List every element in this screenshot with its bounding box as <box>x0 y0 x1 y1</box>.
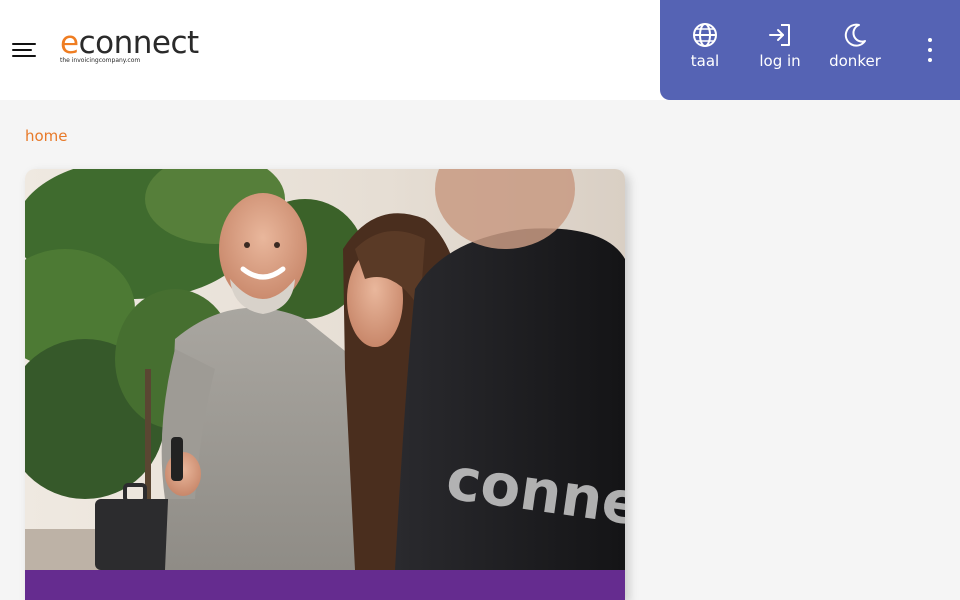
hero-photo: connect <box>25 169 625 570</box>
language-label: taal <box>690 52 720 70</box>
logo-e: e <box>60 25 79 61</box>
login-icon <box>769 24 790 46</box>
moon-icon <box>844 23 866 47</box>
kebab-dot <box>928 38 932 42</box>
login-button[interactable]: log in <box>745 22 815 78</box>
globe-icon <box>693 23 717 47</box>
logo-rest: connect <box>78 25 200 61</box>
more-options-icon[interactable] <box>920 34 940 66</box>
hero-card: connect <box>25 169 625 600</box>
econnect-logo[interactable]: econnect the invoicingcompany.com <box>60 24 220 74</box>
hamburger-line <box>12 43 36 45</box>
login-label: log in <box>759 52 801 70</box>
logo-tagline: the invoicingcompany.com <box>60 57 141 64</box>
dark-mode-label: donker <box>829 52 881 70</box>
hero-purple-band <box>25 570 625 600</box>
menu-hamburger-icon[interactable] <box>12 40 36 60</box>
hamburger-line <box>12 49 32 51</box>
header-toolbar: taal log in donker <box>660 0 960 100</box>
kebab-dot <box>928 48 932 52</box>
breadcrumb-home[interactable]: home <box>25 127 68 145</box>
dark-mode-button[interactable]: donker <box>820 22 890 78</box>
kebab-dot <box>928 58 932 62</box>
language-button[interactable]: taal <box>670 22 740 78</box>
hamburger-line <box>12 55 36 57</box>
site-header: econnect the invoicingcompany.com taal l… <box>0 0 960 100</box>
